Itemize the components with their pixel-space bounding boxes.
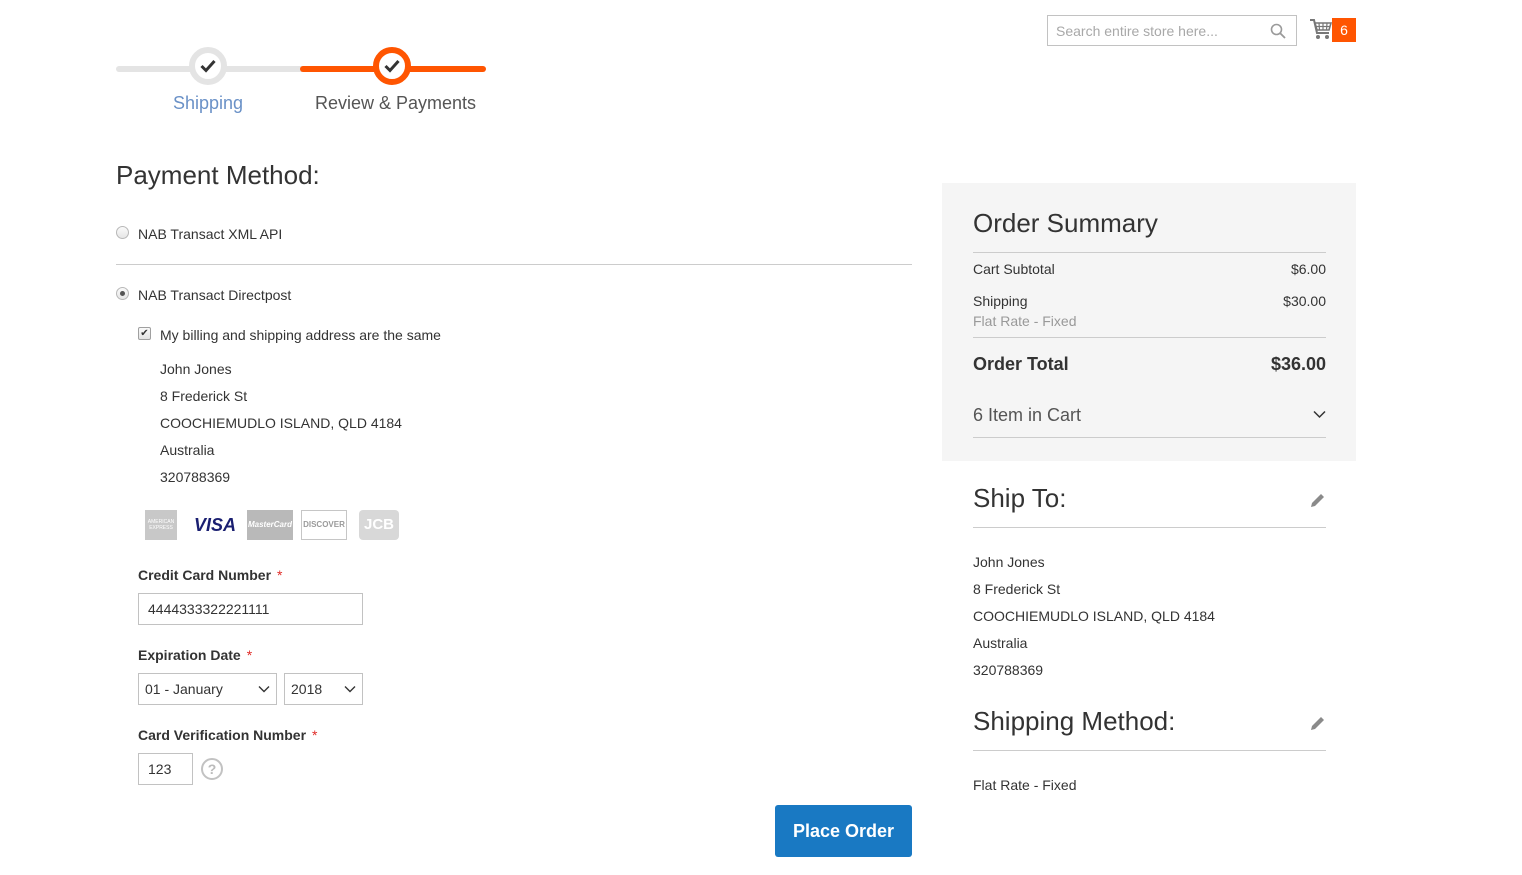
card-number-label: Credit Card Number * (138, 567, 282, 583)
progress-step-shipping[interactable]: Shipping (173, 93, 243, 114)
chevron-down-icon (344, 686, 356, 693)
payment-option-label[interactable]: NAB Transact Directpost (138, 287, 291, 303)
billing-address-line: COOCHIEMUDLO ISLAND, QLD 4184 (160, 415, 402, 431)
order-summary-title: Order Summary (973, 208, 1158, 238)
progress-step-review: Review & Payments (315, 93, 477, 113)
ship-to-address-line: Australia (973, 635, 1028, 651)
cart-count-badge[interactable]: 6 (1332, 18, 1356, 42)
required-mark: * (312, 727, 318, 743)
checkmark-icon (200, 59, 216, 73)
progress-step-shipping-marker[interactable] (189, 47, 227, 85)
ship-to-title: Ship To: (973, 483, 1067, 513)
cvv-input[interactable] (138, 753, 193, 785)
billing-address-line: 320788369 (160, 469, 231, 485)
divider (973, 750, 1326, 751)
search-input[interactable] (1048, 16, 1258, 45)
card-number-label-text: Credit Card Number (138, 567, 272, 583)
order-total-value: $36.00 (1270, 354, 1326, 374)
same-address-label[interactable]: My billing and shipping address are the … (160, 327, 441, 343)
payment-option-label[interactable]: NAB Transact XML API (138, 226, 282, 242)
divider (116, 264, 912, 265)
discover-card-icon: DISCOVER (301, 510, 347, 540)
order-total-label: Order Total (973, 354, 1069, 374)
search-box[interactable] (1047, 15, 1297, 46)
exp-month-select[interactable]: 01 - January (138, 673, 277, 705)
items-in-cart-toggle[interactable]: 6 Item in Cart (973, 405, 1081, 426)
edit-pencil-icon[interactable] (1308, 492, 1326, 510)
required-mark: * (246, 647, 253, 663)
billing-address-line: Australia (160, 442, 215, 458)
checkmark-icon (384, 59, 400, 73)
radio-nab-directpost[interactable] (116, 287, 129, 300)
ship-to-address-line: COOCHIEMUDLO ISLAND, QLD 4184 (973, 608, 1215, 624)
card-number-input[interactable] (138, 593, 363, 625)
cvv-label: Card Verification Number * (138, 727, 318, 743)
billing-address-line: John Jones (160, 361, 232, 377)
divider (973, 337, 1326, 338)
billing-address-line: 8 Frederick St (160, 388, 248, 404)
mastercard-card-icon: MasterCard (247, 510, 293, 540)
exp-year-select[interactable]: 2018 (284, 673, 363, 705)
search-icon[interactable] (1270, 23, 1286, 39)
ship-to-address-line: 320788369 (973, 662, 1044, 678)
ship-to-address-line: John Jones (973, 554, 1045, 570)
expiration-label: Expiration Date * (138, 647, 252, 663)
exp-month-value: 01 - January (145, 681, 223, 697)
shipping-method-value: Flat Rate - Fixed (973, 777, 1077, 793)
amex-card-icon: AMERICAN EXPRESS (145, 510, 177, 540)
divider (973, 437, 1326, 438)
shipping-method-title: Shipping Method: (973, 706, 1176, 736)
same-address-checkbox[interactable]: ✔ (138, 327, 151, 340)
payment-method-title: Payment Method: (116, 160, 320, 190)
jcb-card-icon: JCB (359, 510, 399, 540)
chevron-down-icon[interactable] (1313, 410, 1326, 419)
radio-nab-xml-api[interactable] (116, 226, 129, 239)
shipping-method-sub: Flat Rate - Fixed (973, 313, 1077, 329)
expiration-label-text: Expiration Date (138, 647, 241, 663)
shipping-label: Shipping (973, 293, 1028, 309)
ship-to-address-line: 8 Frederick St (973, 581, 1061, 597)
divider (973, 252, 1326, 253)
required-mark: * (277, 567, 283, 583)
cvv-label-text: Card Verification Number (138, 727, 307, 743)
cart-subtotal-label: Cart Subtotal (973, 261, 1055, 277)
chevron-down-icon (258, 686, 270, 693)
shipping-value: $30.00 (1283, 293, 1326, 309)
place-order-button[interactable]: Place Order (775, 805, 912, 857)
divider (973, 527, 1326, 528)
exp-year-value: 2018 (291, 681, 323, 697)
visa-card-icon: VISA (193, 515, 236, 535)
help-icon[interactable]: ? (201, 758, 223, 780)
cart-icon[interactable] (1309, 17, 1333, 41)
edit-pencil-icon[interactable] (1308, 715, 1326, 733)
progress-step-review-marker (373, 47, 411, 85)
cart-subtotal-value: $6.00 (1290, 261, 1326, 277)
